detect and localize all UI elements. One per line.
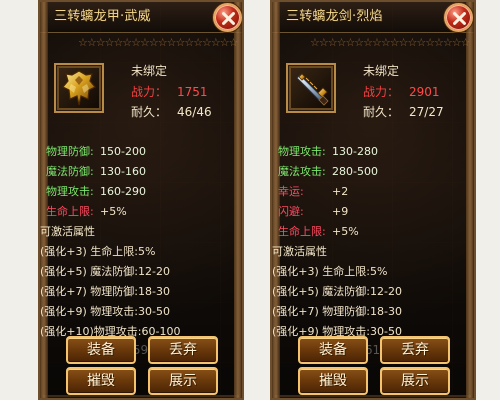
- item-title: 三转螭龙甲·武威: [54, 9, 151, 24]
- bonus-line: (强化+5) 魔法防御:12-20: [272, 285, 402, 298]
- stat-label: 生命上限:: [46, 205, 94, 218]
- bonus-line: (强化+3) 生命上限:5%: [272, 265, 388, 278]
- stat-label: 魔法攻击:: [278, 165, 326, 178]
- bind-status: 未绑定: [131, 64, 168, 78]
- stat-line: 魔法攻击: 280-500: [272, 162, 474, 182]
- power-label: 战力：: [363, 85, 400, 99]
- game-screen: 三转螭龙甲·武威 ☆☆☆☆☆☆☆☆☆☆☆☆☆☆☆☆☆☆ 未绑定 战力： 1751…: [0, 0, 500, 400]
- show-button[interactable]: 展示: [148, 367, 218, 395]
- stat-label: 物理攻击:: [278, 145, 326, 158]
- stat-value: +5%: [100, 205, 127, 218]
- durability-label: 耐久：: [363, 105, 400, 119]
- activatable-attributes-title: 可激活属性: [40, 225, 95, 238]
- stat-value: +2: [332, 185, 349, 198]
- bind-status: 未绑定: [363, 64, 400, 78]
- sword-icon: [296, 73, 329, 106]
- stat-value: 130-280: [332, 145, 378, 158]
- drop-button[interactable]: 丢弃: [148, 336, 218, 364]
- stat-label: 闪避:: [278, 205, 304, 218]
- equip-button[interactable]: 装备: [66, 336, 136, 364]
- action-buttons: 装备 丢弃 摧毁 展示: [40, 325, 242, 398]
- stat-value: 130-160: [100, 165, 146, 178]
- item-icon-frame: [286, 63, 336, 113]
- stat-value: 150-200: [100, 145, 146, 158]
- power-value: 2901: [409, 85, 440, 99]
- bonus-line: (强化+7) 物理防御:18-30: [272, 305, 402, 318]
- stat-value: +5%: [332, 225, 359, 238]
- drop-button[interactable]: 丢弃: [380, 336, 450, 364]
- stat-label: 魔法防御:: [46, 165, 94, 178]
- destroy-button[interactable]: 摧毁: [298, 367, 368, 395]
- stat-line: 物理防御: 150-200: [40, 142, 242, 162]
- destroy-button[interactable]: 摧毁: [66, 367, 136, 395]
- item-stats: 物理防御: 150-200 魔法防御: 130-160 物理攻击: 160-290 生…: [40, 142, 242, 342]
- close-button[interactable]: [444, 3, 473, 32]
- durability-value: 46/46: [177, 105, 212, 119]
- stat-value: 280-500: [332, 165, 378, 178]
- item-stats: 物理攻击: 130-280 魔法攻击: 280-500 幸运: +2 闪避: +9 生命…: [272, 142, 474, 342]
- bonus-line: (强化+5) 魔法防御:12-20: [40, 265, 170, 278]
- decorative-stars: ☆☆☆☆☆☆☆☆☆☆☆☆☆☆☆☆☆☆: [310, 36, 471, 49]
- power-label: 战力：: [131, 85, 168, 99]
- stat-value: +9: [332, 205, 349, 218]
- show-button[interactable]: 展示: [380, 367, 450, 395]
- stat-line: 魔法防御: 130-160: [40, 162, 242, 182]
- item-panel-right: 三转螭龙剑·烈焰 ☆☆☆☆☆☆☆☆☆☆☆☆☆☆☆☆☆☆ 未绑定 战力： 2901…: [270, 0, 476, 400]
- equip-button[interactable]: 装备: [298, 336, 368, 364]
- bonus-line: (强化+9) 物理攻击:30-50: [40, 305, 170, 318]
- stat-line: 物理攻击: 130-280: [272, 142, 474, 162]
- durability-line: 耐久： 46/46: [131, 105, 212, 119]
- durability-value: 27/27: [409, 105, 444, 119]
- activatable-attributes-title: 可激活属性: [272, 245, 327, 258]
- action-buttons: 装备 丢弃 摧毁 展示: [272, 325, 474, 398]
- decorative-stars: ☆☆☆☆☆☆☆☆☆☆☆☆☆☆☆☆☆☆: [78, 36, 239, 49]
- stat-label: 生命上限:: [278, 225, 326, 238]
- durability-label: 耐久：: [131, 105, 168, 119]
- item-panel-left: 三转螭龙甲·武威 ☆☆☆☆☆☆☆☆☆☆☆☆☆☆☆☆☆☆ 未绑定 战力： 1751…: [38, 0, 244, 400]
- stat-line: 物理攻击: 160-290: [40, 182, 242, 202]
- power-value: 1751: [177, 85, 208, 99]
- item-icon-frame: [54, 63, 104, 113]
- armor-icon: [62, 70, 96, 106]
- bonus-line: (强化+3) 生命上限:5%: [40, 245, 156, 258]
- stat-value: 160-290: [100, 185, 146, 198]
- bonus-line: (强化+7) 物理防御:18-30: [40, 285, 170, 298]
- special-stat-line: 生命上限: +5%: [272, 222, 474, 242]
- durability-line: 耐久： 27/27: [363, 105, 444, 119]
- power-line: 战力： 1751: [131, 85, 208, 99]
- special-stat-line: 幸运: +2: [272, 182, 474, 202]
- stat-label: 物理攻击:: [46, 185, 94, 198]
- stat-label: 物理防御:: [46, 145, 94, 158]
- stat-label: 幸运:: [278, 185, 304, 198]
- item-title: 三转螭龙剑·烈焰: [286, 9, 383, 24]
- special-stat-line: 闪避: +9: [272, 202, 474, 222]
- special-stat-line: 生命上限: +5%: [40, 202, 242, 222]
- power-line: 战力： 2901: [363, 85, 440, 99]
- close-button[interactable]: [213, 3, 242, 32]
